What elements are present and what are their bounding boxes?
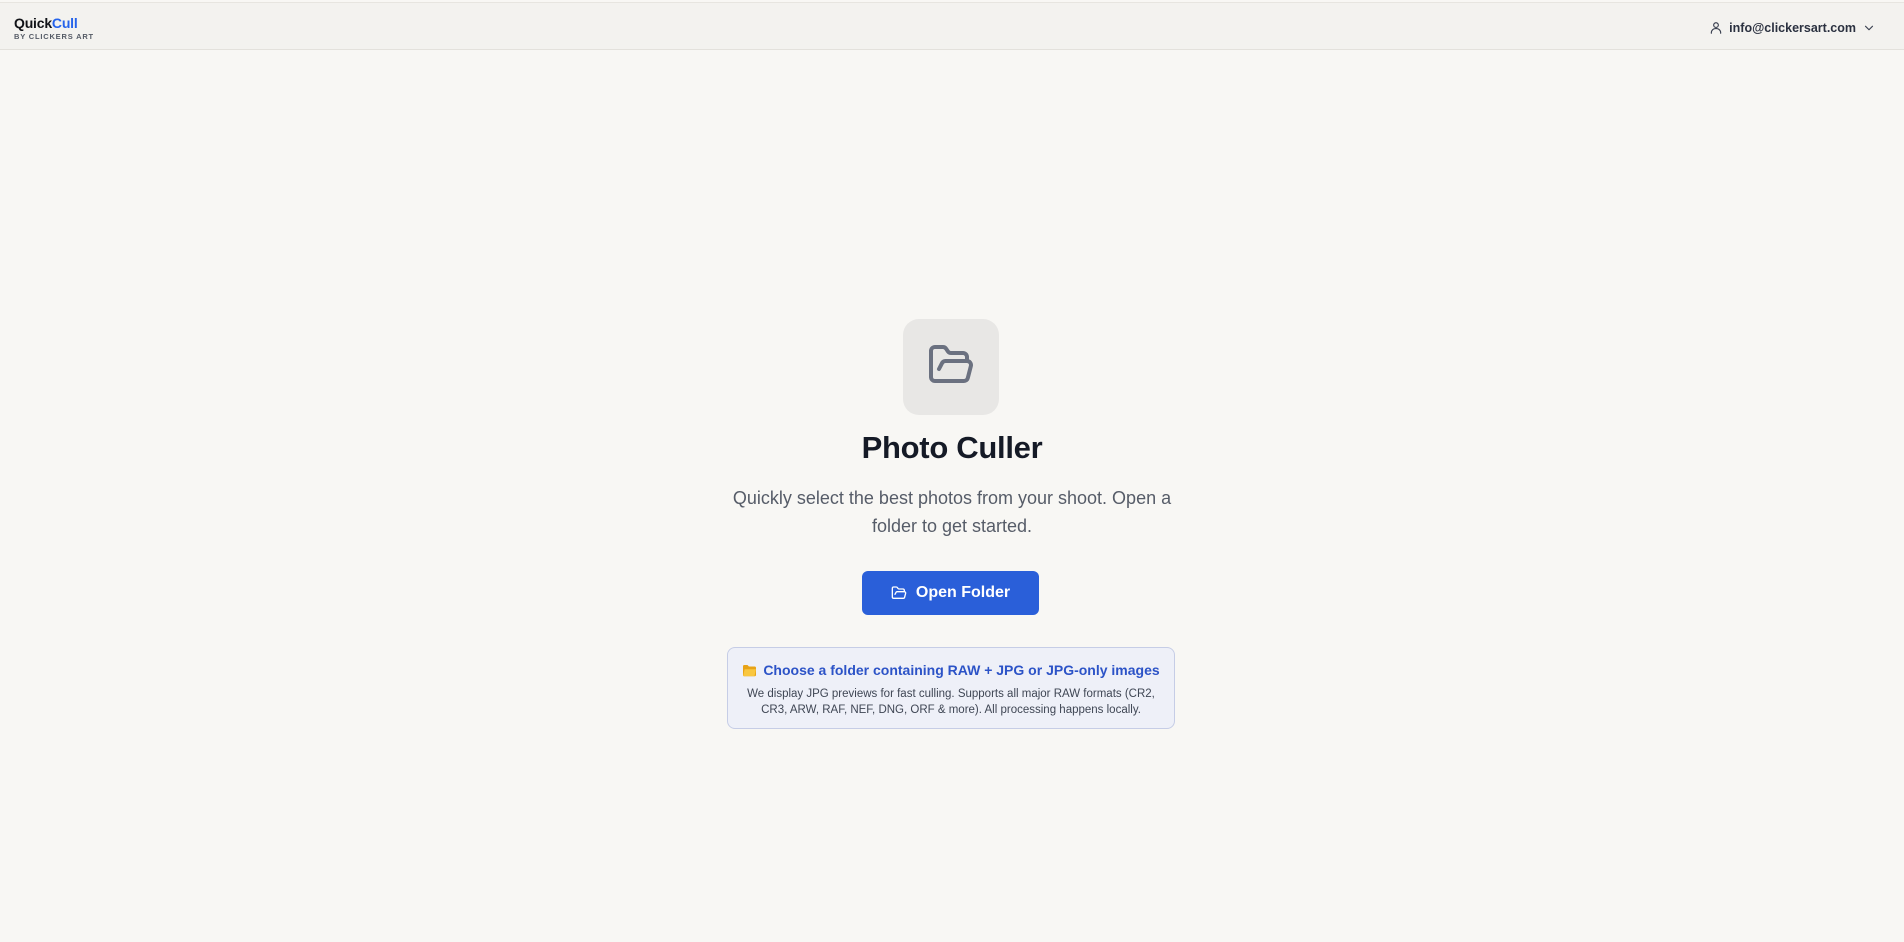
page-title: Photo Culler <box>861 430 1043 465</box>
user-icon <box>1709 21 1723 35</box>
info-heading: Choose a folder containing RAW + JPG or … <box>763 662 1160 678</box>
app-byline: BY CLICKERS ART <box>14 32 94 41</box>
app-name-part2: Cull <box>51 15 78 31</box>
chevron-down-icon <box>1862 21 1876 35</box>
user-email: info@clickersart.com <box>1729 21 1856 35</box>
folder-emoji-icon <box>742 664 757 677</box>
main-content: Photo Culler Quickly select the best pho… <box>0 0 1904 942</box>
folder-open-icon <box>927 341 975 394</box>
user-menu[interactable]: info@clickersart.com <box>1709 16 1876 40</box>
page-subtitle: Quickly select the best photos from your… <box>732 488 1172 536</box>
open-folder-label: Open Folder <box>915 584 1011 601</box>
top-bar: QuickCull BY CLICKERS ART info@clickersa… <box>0 2 1904 50</box>
folder-open-icon <box>891 585 907 601</box>
app-logo: QuickCull BY CLICKERS ART <box>14 15 94 41</box>
folder-tile <box>903 319 999 415</box>
info-heading-row: Choose a folder containing RAW + JPG or … <box>728 662 1174 678</box>
app-name-part1: Quick <box>14 15 52 31</box>
app-name: QuickCull <box>14 15 94 31</box>
open-folder-button[interactable]: Open Folder <box>862 571 1039 615</box>
info-body: We display JPG previews for fast culling… <box>747 688 1155 716</box>
app-window: Photo Culler Quickly select the best pho… <box>0 0 1904 942</box>
info-box: Choose a folder containing RAW + JPG or … <box>727 647 1175 729</box>
